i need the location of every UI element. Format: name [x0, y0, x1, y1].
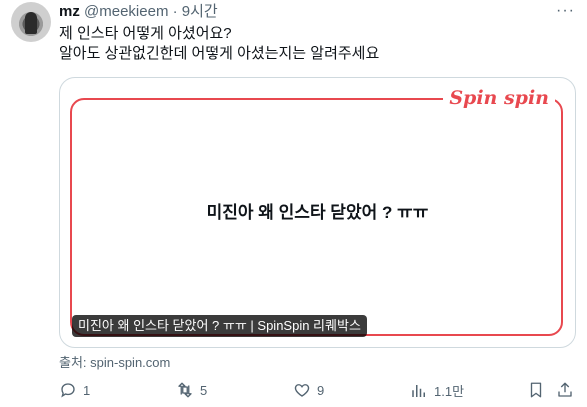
like-button[interactable]: 9	[293, 381, 324, 399]
avatar[interactable]	[11, 2, 51, 42]
share-icon	[558, 382, 572, 397]
author-handle[interactable]: @meekieem	[84, 3, 168, 20]
views-count: 1.1만	[434, 384, 465, 399]
reply-count: 1	[83, 382, 91, 398]
like-count: 9	[317, 382, 325, 398]
card-logo: Spin spin	[443, 86, 555, 110]
tweet-text: 제 인스타 어떻게 아셨어요? 알아도 상관없긴한데 어떻게 아셨는지는 알려주…	[59, 24, 379, 64]
link-card[interactable]: Spin spin 미진아 왜 인스타 닫았어 ? ㅠㅠ 미진아 왜 인스타 닫…	[59, 77, 576, 348]
retweet-icon	[178, 382, 192, 398]
action-bar: 1 5 9 1.1만	[59, 381, 574, 401]
tweet-text-line: 제 인스타 어떻게 아셨어요?	[59, 25, 232, 42]
share-button[interactable]	[556, 381, 574, 399]
bookmark-button[interactable]	[527, 381, 545, 399]
views-button[interactable]: 1.1만	[410, 381, 464, 400]
retweet-button[interactable]: 5	[176, 381, 207, 399]
separator-dot: ·	[172, 3, 178, 20]
tweet-text-line: 알아도 상관없긴한데 어떻게 아셨는지는 알려주세요	[59, 45, 380, 62]
views-icon	[412, 384, 425, 397]
like-icon	[294, 384, 310, 397]
bookmark-icon	[530, 382, 542, 398]
retweet-count: 5	[200, 382, 208, 398]
tweet-header: mz @meekieem · 9시간	[59, 3, 218, 21]
card-source-link[interactable]: 출처: spin-spin.com	[59, 352, 170, 371]
card-caption: 미진아 왜 인스타 닫았어 ? ㅠㅠ | SpinSpin 리퀘박스	[72, 315, 367, 337]
tweet-timestamp[interactable]: 9시간	[182, 3, 218, 20]
more-icon[interactable]: ···	[556, 2, 575, 20]
card-headline: 미진아 왜 인스타 닫았어 ? ㅠㅠ	[206, 203, 429, 222]
reply-button[interactable]: 1	[59, 381, 90, 399]
reply-icon	[61, 383, 75, 398]
author-name[interactable]: mz	[59, 3, 80, 20]
